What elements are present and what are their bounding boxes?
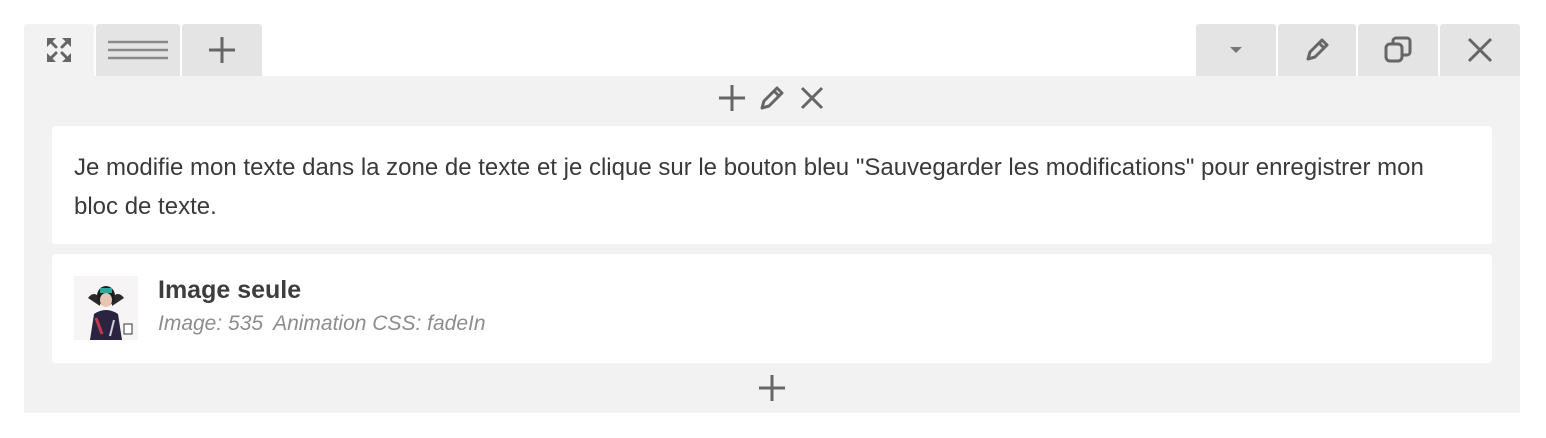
add-block-bottom bbox=[24, 370, 1520, 410]
block-editor-panel: Je modifie mon texte dans la zone de tex… bbox=[24, 24, 1520, 413]
add-block-button[interactable] bbox=[717, 83, 747, 118]
image-thumbnail bbox=[74, 276, 138, 340]
text-block-content: Je modifie mon texte dans la zone de tex… bbox=[74, 154, 1424, 220]
plus-icon bbox=[207, 35, 237, 65]
expand-arrows-icon bbox=[44, 35, 74, 65]
plus-icon bbox=[717, 83, 747, 118]
pencil-icon bbox=[1302, 35, 1332, 65]
image-block-meta: Image: 535 Animation CSS: fadeIn bbox=[158, 312, 496, 336]
close-icon bbox=[1466, 36, 1494, 64]
caret-down-icon bbox=[1228, 45, 1244, 55]
edit-block-button[interactable] bbox=[757, 85, 787, 115]
text-block[interactable]: Je modifie mon texte dans la zone de tex… bbox=[52, 126, 1492, 244]
delete-block-button[interactable] bbox=[797, 85, 827, 115]
block-toolbar bbox=[24, 76, 1520, 124]
duplicate-button[interactable] bbox=[1358, 24, 1438, 76]
expand-tab[interactable] bbox=[24, 24, 94, 76]
duplicate-icon bbox=[1383, 35, 1413, 65]
image-block-title: Image seule bbox=[158, 276, 302, 304]
close-icon bbox=[799, 85, 825, 116]
list-lines-icon bbox=[108, 38, 168, 62]
edit-button[interactable] bbox=[1278, 24, 1356, 76]
add-block-bottom-button[interactable] bbox=[755, 373, 789, 407]
image-block[interactable]: Image seule Image: 535 Animation CSS: fad… bbox=[52, 254, 1492, 363]
animation-meta: Animation CSS: fadeIn bbox=[273, 312, 486, 335]
blocks-area: Je modifie mon texte dans la zone de tex… bbox=[24, 76, 1520, 413]
close-button[interactable] bbox=[1440, 24, 1520, 76]
plus-icon bbox=[757, 373, 787, 408]
add-tab[interactable] bbox=[182, 24, 262, 76]
panel-tab-bar bbox=[24, 24, 1520, 76]
dropdown-button[interactable] bbox=[1196, 24, 1276, 76]
pencil-icon bbox=[757, 83, 787, 118]
list-tab[interactable] bbox=[96, 24, 180, 76]
image-id-meta: Image: 535 bbox=[158, 312, 264, 335]
